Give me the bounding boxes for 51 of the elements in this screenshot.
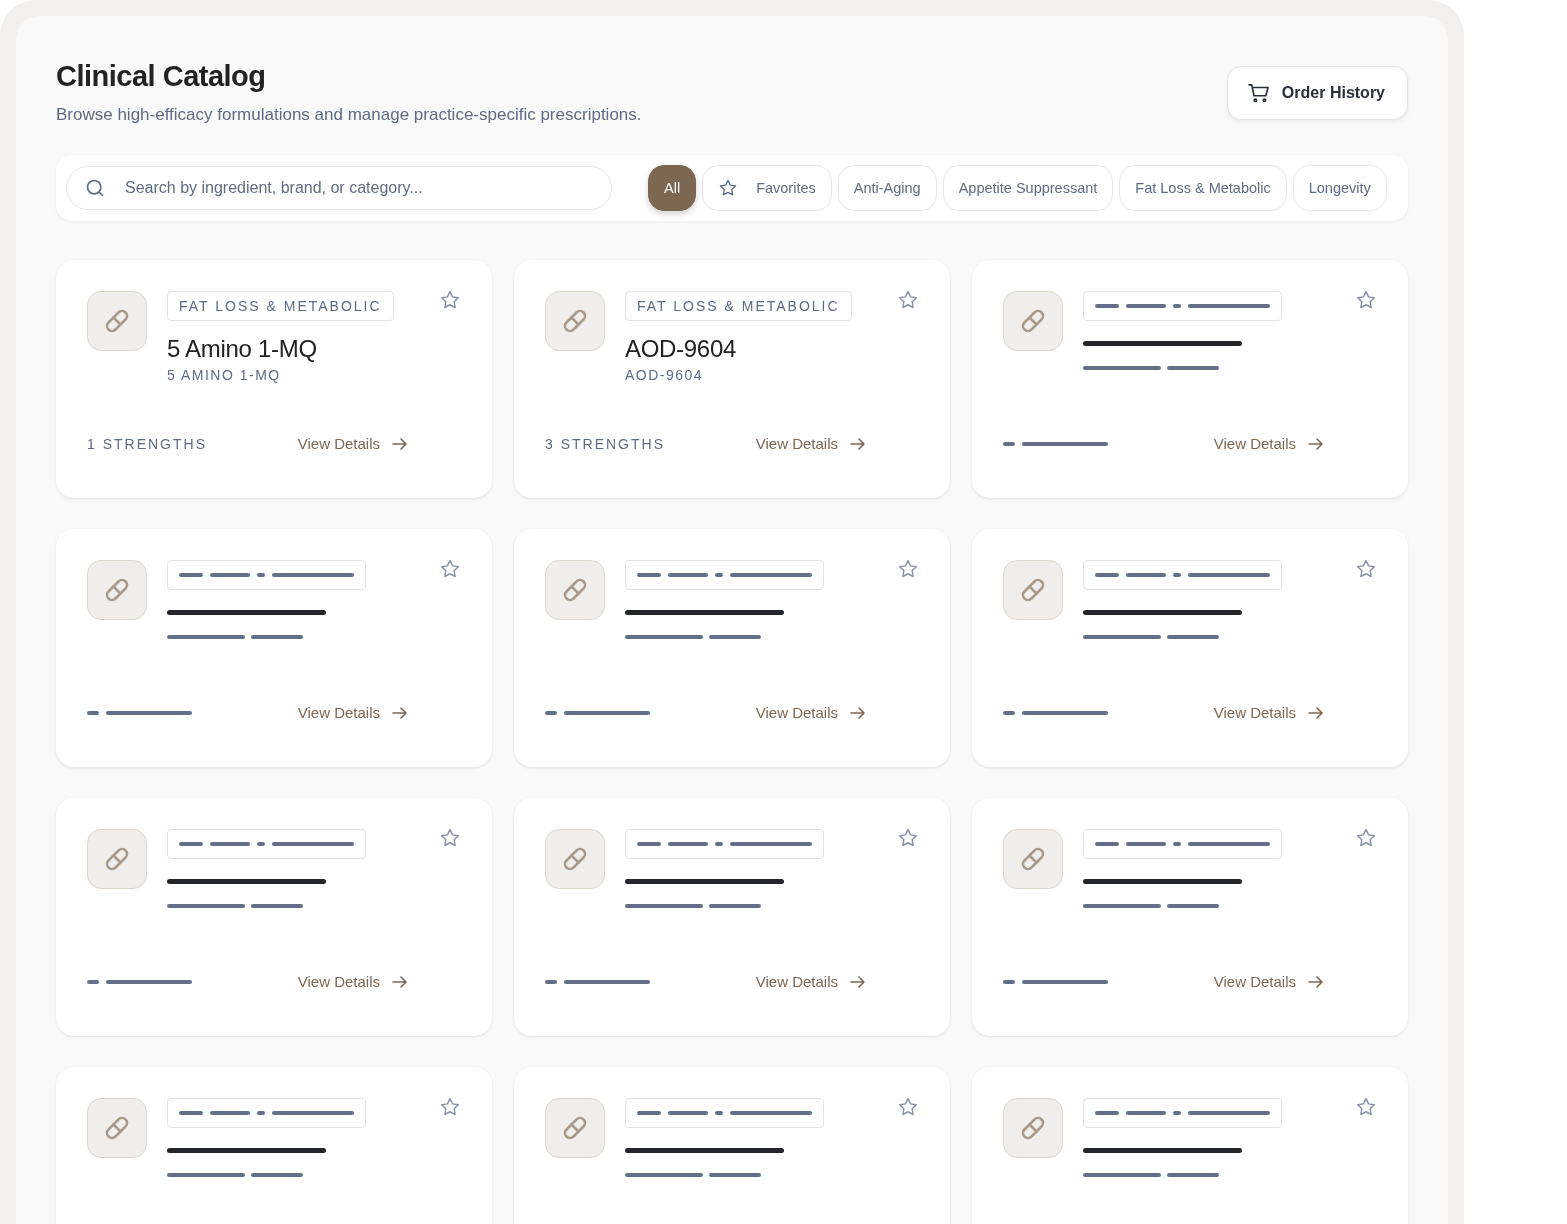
view-details-link[interactable]: View Details (755, 435, 866, 452)
filter-chip[interactable]: Fat Loss & Metabolic (1119, 165, 1287, 211)
pill-icon (1003, 291, 1063, 351)
product-subname: AOD-9604 (625, 367, 704, 383)
filter-chip[interactable]: Favorites (702, 165, 832, 211)
arrow-icon (1308, 974, 1324, 989)
pill-icon (1003, 560, 1063, 620)
filter-chip[interactable]: Anti-Aging (837, 165, 937, 211)
arrow-icon (392, 436, 408, 451)
arrow-icon (392, 974, 408, 989)
star-icon (718, 178, 739, 198)
page-subtitle: Browse high-efficacy formulations and manage practice-specific prescriptions. (56, 105, 642, 125)
category-tag: FAT LOSS & METABOLIC (167, 291, 394, 321)
cart-icon (1247, 83, 1270, 103)
order-history-button[interactable]: Order History (1226, 66, 1408, 120)
arrow-icon (1308, 436, 1324, 451)
category-tag: FAT LOSS & METABOLIC (625, 291, 852, 321)
product-subname: 5 AMINO 1-MQ (167, 367, 281, 383)
view-details-link[interactable]: View Details (1213, 435, 1324, 452)
arrow-icon (392, 705, 408, 720)
search-field[interactable]: Search by ingredient, brand, or category... (66, 166, 612, 210)
strengths-count: 1 STRENGTHS (87, 435, 207, 452)
product-name: AOD-9604 (625, 335, 736, 363)
view-details-link[interactable]: View Details (297, 435, 408, 452)
arrow-icon (1308, 705, 1324, 720)
filter-chip[interactable]: All (648, 165, 697, 211)
arrow-icon (850, 974, 866, 989)
pill-icon (87, 829, 147, 889)
pill-icon (1003, 1098, 1063, 1158)
pill-icon (87, 560, 147, 620)
view-details-link[interactable]: View Details (755, 704, 866, 721)
pill-icon (545, 1098, 605, 1158)
product-name: 5 Amino 1-MQ (167, 335, 317, 363)
pill-icon (1003, 829, 1063, 889)
view-details-link[interactable]: View Details (297, 704, 408, 721)
arrow-icon (850, 436, 866, 451)
pill-icon (545, 291, 605, 351)
pill-icon (87, 291, 147, 351)
view-details-link[interactable]: View Details (1213, 704, 1324, 721)
page-title: Clinical Catalog (56, 60, 267, 93)
pill-icon (545, 560, 605, 620)
pill-icon (87, 1098, 147, 1158)
view-details-link[interactable]: View Details (1213, 973, 1324, 990)
arrow-icon (850, 705, 866, 720)
strengths-count: 3 STRENGTHS (545, 435, 665, 452)
pill-icon (545, 829, 605, 889)
search-icon (85, 178, 105, 198)
filter-chip[interactable]: Appetite Suppressant (942, 165, 1114, 211)
filter-chip[interactable]: Longevity (1292, 165, 1387, 211)
view-details-link[interactable]: View Details (755, 973, 866, 990)
view-details-link[interactable]: View Details (297, 973, 408, 990)
